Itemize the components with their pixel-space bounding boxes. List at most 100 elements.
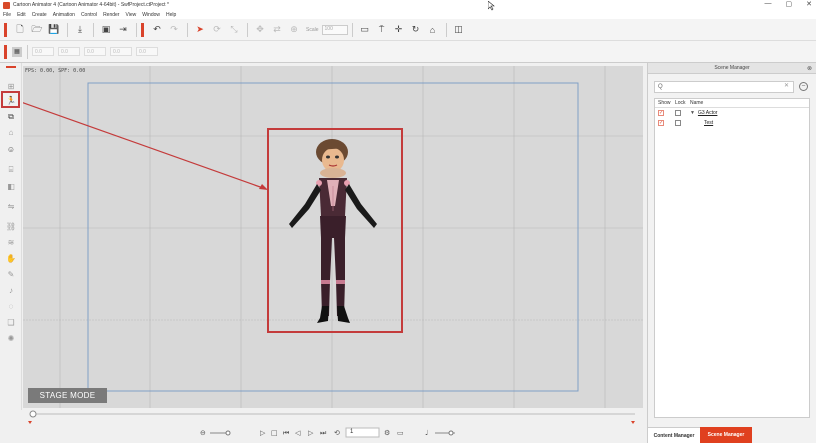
show-checkbox[interactable]: ✓ — [658, 110, 664, 116]
tab-content-manager[interactable]: Content Manager — [648, 427, 700, 443]
pos-x-field[interactable]: 0.0 — [32, 47, 54, 56]
undo-icon[interactable]: ↶ — [149, 22, 165, 38]
lock-checkbox[interactable] — [675, 110, 681, 116]
actor-icon[interactable]: 🏃 — [3, 93, 19, 107]
motion-icon[interactable]: ≋ — [3, 235, 19, 249]
toolbar-divider — [93, 22, 94, 37]
tab-scene-manager[interactable]: Scene Manager — [700, 427, 752, 443]
new-file-icon[interactable]: 🗋 — [12, 22, 28, 38]
options-menu-icon[interactable]: – — [799, 82, 808, 91]
item-name: Test — [704, 120, 714, 126]
toolbar-divider — [27, 44, 28, 59]
grid-icon[interactable]: ▦ — [12, 46, 22, 57]
clear-search-icon[interactable]: ✕ — [784, 82, 789, 89]
scale-x-field[interactable]: 0.0 — [110, 47, 132, 56]
redo-icon[interactable]: ↷ — [166, 22, 182, 38]
camera-icon[interactable]: ▭ — [357, 22, 373, 38]
pin-icon[interactable]: ⍑ — [374, 22, 390, 38]
pan-icon[interactable]: ✛ — [391, 22, 407, 38]
render-icon[interactable]: ▣ — [98, 22, 114, 38]
item-name: G3 Actor — [697, 110, 718, 116]
export-icon[interactable]: ⇥ — [115, 22, 131, 38]
lock-checkbox[interactable] — [675, 120, 681, 126]
move-icon[interactable]: ✥ — [252, 22, 268, 38]
toolbar-divider — [247, 22, 248, 37]
list-item[interactable]: ✓ ▼ G3 Actor — [655, 108, 809, 118]
bone-icon[interactable]: ⌸ — [3, 163, 19, 177]
menu-file[interactable]: File — [3, 12, 11, 18]
import-icon[interactable]: ⤓ — [72, 22, 88, 38]
mask-icon[interactable]: ◧ — [3, 179, 19, 193]
lock-cell — [675, 110, 690, 116]
face-icon[interactable]: ☺ — [3, 142, 19, 156]
timeline-end-marker — [631, 421, 635, 424]
timeline-controls: ⊖ ▷ □ ⏮ ◁ ▷ ⏭ ⟲ ⚙ ▭ ♩ — [28, 410, 635, 438]
list-item[interactable]: ✓ Test — [655, 118, 809, 128]
left-toolbar: ⊞ 🏃 ⧉ ⌂ ☺ ⌸ ◧ ⇋ ⛓ ≋ ✋ ✎ ♪ ◌ ❑ ✺ — [0, 63, 22, 410]
pos-y-field[interactable]: 0.0 — [58, 47, 80, 56]
rotate-icon[interactable]: ⟳ — [209, 22, 225, 38]
transform-icon[interactable]: ⤡ — [226, 22, 242, 38]
scale-y-field[interactable]: 0.0 — [136, 47, 158, 56]
brush-icon[interactable]: ✎ — [3, 267, 19, 281]
menu-create[interactable]: Create — [32, 12, 47, 18]
save-icon[interactable]: 💾 — [46, 22, 62, 38]
sprite-icon[interactable]: ⌂ — [3, 125, 19, 139]
main-toolbar: 🗋 🗁 💾 ⤓ ▣ ⇥ ↶ ↷ ➤ ⟳ ⤡ ✥ ⇄ ⊕ Scale 100 ▭ … — [0, 19, 816, 41]
scene-object-list: Show Lock Name ✓ ▼ G3 Actor ✓ Test — [654, 98, 810, 418]
timeline-scrubber — [29, 410, 37, 418]
zoom-icon[interactable]: ⊕ — [286, 22, 302, 38]
window-controls: — ▢ ✕ — [765, 0, 813, 8]
maximize-button[interactable]: ▢ — [786, 0, 793, 8]
menu-view[interactable]: View — [125, 12, 136, 18]
spring-icon[interactable]: ◌ — [3, 299, 19, 313]
panel-close-icon[interactable]: ⊗ — [807, 65, 812, 72]
list-header: Show Lock Name — [655, 99, 809, 108]
minimize-button[interactable]: — — [765, 0, 772, 8]
flip-icon[interactable]: ⇄ — [269, 22, 285, 38]
reset-rotate-icon[interactable]: ↻ — [408, 22, 424, 38]
arrow-head — [259, 184, 268, 190]
layer-icon[interactable]: ❑ — [3, 315, 19, 329]
home-icon[interactable]: ⌂ — [425, 22, 441, 38]
scale-input[interactable]: 100 — [321, 24, 348, 35]
toolbar-divider — [351, 22, 353, 37]
select-arrow-icon[interactable]: ➤ — [192, 22, 208, 38]
effect-icon[interactable]: ✺ — [3, 331, 19, 345]
expand-triangle-icon[interactable]: ▼ — [690, 110, 695, 116]
menu-bar: File Edit Create Animation Control Rende… — [0, 10, 816, 19]
show-cell: ✓ — [655, 110, 675, 116]
split-view-icon[interactable]: ◫ — [451, 22, 467, 38]
menu-window[interactable]: Window — [142, 12, 160, 18]
settings-gear-icon: ⚙ — [384, 429, 390, 437]
mouse-cursor-icon — [488, 1, 495, 11]
prop-icon[interactable]: ⧉ — [3, 110, 19, 124]
rotation-field[interactable]: 0.0 — [84, 47, 106, 56]
scene-search-input[interactable]: Q ✕ — [654, 81, 794, 93]
loop-icon: ⟲ — [334, 429, 340, 437]
menu-control[interactable]: Control — [81, 12, 97, 18]
scene-manager-title: Scene Manager — [714, 65, 750, 71]
stage-mode-button[interactable]: STAGE MODE — [28, 388, 107, 403]
open-folder-icon[interactable]: 🗁 — [29, 22, 45, 38]
close-button[interactable]: ✕ — [806, 0, 812, 8]
stage-viewport[interactable]: FPS: 0.00, SPF: 0.00 STAGE MODE — [23, 66, 643, 408]
show-checkbox[interactable]: ✓ — [658, 120, 664, 126]
title-bar: Cartoon Animator 4 (Cartoon Animator 4-6… — [0, 0, 816, 10]
mirror-icon[interactable]: ⇋ — [3, 199, 19, 213]
scene-manager-panel: Scene Manager ⊗ Q ✕ – Show Lock Name ✓ ▼… — [647, 63, 816, 443]
menu-animation[interactable]: Animation — [53, 12, 75, 18]
menu-render[interactable]: Render — [103, 12, 119, 18]
column-name: Name — [690, 100, 704, 106]
timeline-start-marker — [28, 421, 32, 424]
link-icon[interactable]: ⛓ — [3, 219, 19, 233]
app-icon — [3, 1, 10, 9]
menu-help[interactable]: Help — [166, 12, 176, 18]
play-icon: ▷ — [260, 429, 266, 437]
stage-canvas — [23, 66, 643, 408]
menu-edit[interactable]: Edit — [17, 12, 26, 18]
puppet-icon[interactable]: ✋ — [3, 251, 19, 265]
scene-manager-header: Scene Manager ⊗ — [648, 63, 816, 74]
voice-icon[interactable]: ♪ — [3, 283, 19, 297]
frame-input[interactable]: 1 — [350, 429, 353, 435]
